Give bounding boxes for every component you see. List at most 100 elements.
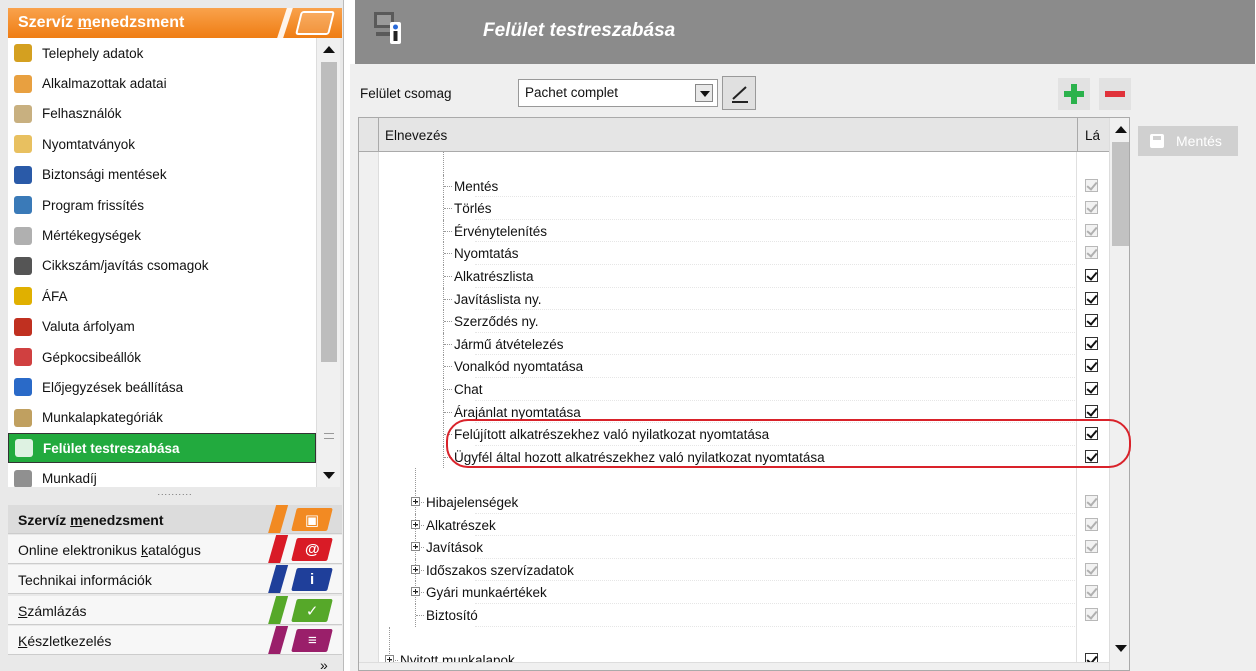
edit-package-button[interactable]	[722, 76, 756, 110]
tree-row[interactable]: Javításlista ny.	[379, 287, 1109, 311]
row-checkbox[interactable]	[1085, 382, 1098, 395]
nav-item[interactable]: Alkalmazottak adatai	[8, 68, 316, 98]
scroll-down-arrow-icon[interactable]	[323, 472, 335, 479]
row-checkbox[interactable]	[1085, 427, 1098, 441]
floppy-icon	[14, 165, 32, 184]
section-label-post: zámlázás	[27, 603, 87, 619]
row-checkbox[interactable]	[1085, 336, 1098, 350]
remove-package-button[interactable]	[1099, 78, 1131, 110]
nav-item-label: Mértékegységek	[42, 228, 142, 244]
section-button[interactable]: Készletkezelés ≡	[8, 626, 342, 655]
column-header-la[interactable]: Lá	[1085, 128, 1100, 143]
tree-row[interactable]: Chat	[379, 378, 1109, 401]
tree-line	[444, 185, 452, 187]
tree-row[interactable]: Vonalkód nyomtatása	[379, 355, 1109, 378]
section-icon: ✓	[291, 599, 333, 622]
tree-row[interactable]: Nyomtatás	[379, 242, 1109, 265]
tree-row[interactable]: Árajánlat nyomtatása	[379, 400, 1109, 424]
row-checkbox[interactable]	[1085, 269, 1098, 282]
package-select[interactable]: Pachet complet	[518, 79, 718, 107]
section-label-pre: Online elektronikus	[18, 542, 141, 558]
tree-row-label: Szerződés ny.	[454, 314, 539, 330]
column-separator	[1076, 265, 1077, 288]
chevron-down-icon[interactable]	[695, 84, 713, 102]
nav-item-label: Felület testreszabása	[43, 440, 180, 456]
section-glyph: i	[309, 571, 315, 588]
grid-scrollbar[interactable]	[1109, 118, 1129, 670]
section-button[interactable]: Szervíz menedzsment ▣	[8, 505, 342, 534]
tree-row[interactable]: Ügyfél által hozott alkatrészekhez való …	[379, 445, 1109, 469]
nav-item[interactable]: Biztonsági mentések	[8, 160, 316, 190]
nav-item[interactable]: Cikkszám/javítás csomagok	[8, 251, 316, 281]
row-checkbox[interactable]	[1085, 359, 1098, 373]
section-button[interactable]: Technikai információk i	[8, 565, 342, 594]
tree-row[interactable]	[379, 626, 1109, 650]
header-stripe	[277, 8, 293, 38]
tree-row-label: Érvénytelenítés	[454, 223, 548, 239]
nav-item[interactable]: Munkadíj	[8, 463, 316, 487]
scroll-thumb[interactable]	[321, 62, 337, 362]
horizontal-scrollbar[interactable]	[359, 662, 1109, 670]
scroll-thumb[interactable]	[1112, 142, 1129, 246]
nav-item[interactable]: Program frissítés	[8, 190, 316, 220]
row-checkbox[interactable]	[1085, 404, 1098, 418]
row-checkbox[interactable]	[1085, 314, 1098, 328]
tree-row[interactable]: Érvénytelenítés	[379, 219, 1109, 243]
nav-item[interactable]: Gépkocsibeállók	[8, 342, 316, 372]
tree-row[interactable]	[379, 468, 1109, 491]
section-button[interactable]: Online elektronikus katalógus @	[8, 535, 342, 564]
tree-row-label: Alkatrészek	[426, 517, 496, 533]
section-label-underlined: k	[140, 542, 148, 558]
section-label-pre: Technikai információk	[18, 572, 152, 588]
scroll-down-arrow-icon[interactable]	[1115, 645, 1127, 652]
tree-row-label: Felújított alkatrészekhez való nyilatkoz…	[454, 427, 770, 443]
nav-item[interactable]: Felület testreszabása	[8, 433, 316, 464]
tree-row[interactable]: Alkatrészek	[379, 513, 1109, 537]
section-icon: ▣	[291, 508, 333, 531]
column-separator	[1076, 219, 1077, 243]
add-package-button[interactable]	[1058, 78, 1090, 110]
section-button[interactable]: Számlázás ✓	[8, 596, 342, 625]
tree-row[interactable]: Időszakos szervízadatok	[379, 558, 1109, 582]
nav-item-label: Alkalmazottak adatai	[42, 76, 167, 92]
tree-row[interactable]: Hibajelenségek	[379, 491, 1109, 514]
nav-item[interactable]: Munkalapkategóriák	[8, 403, 316, 433]
more-chevron-icon[interactable]: »	[320, 657, 328, 671]
nav-scrollbar[interactable]	[316, 38, 340, 487]
tree-row[interactable]: Felújított alkatrészekhez való nyilatkoz…	[379, 423, 1109, 446]
row-checkbox	[1085, 246, 1098, 260]
nav-item[interactable]: Valuta árfolyam	[8, 312, 316, 342]
page-title: Felület testreszabása	[483, 20, 676, 41]
section-label-post: atalógus	[147, 542, 201, 558]
tree-row[interactable]: Mentés	[379, 174, 1109, 198]
row-checkbox[interactable]	[1085, 291, 1098, 305]
tree-row[interactable]: Jármű átvételezés	[379, 332, 1109, 356]
tree-row[interactable]: Törlés	[379, 197, 1109, 220]
tree-row[interactable]: Szerződés ny.	[379, 310, 1109, 333]
nav-item[interactable]: Mértékegységek	[8, 220, 316, 250]
categories-icon	[14, 408, 32, 427]
row-checkbox	[1085, 495, 1098, 508]
scroll-up-arrow-icon[interactable]	[323, 46, 335, 53]
tree-row[interactable]: Gyári munkaértékek	[379, 581, 1109, 604]
panel-splitter[interactable]: ..........	[8, 488, 342, 497]
tree-row[interactable]: Javítások	[379, 536, 1109, 559]
column-separator	[1076, 310, 1077, 333]
row-checkbox	[1085, 201, 1098, 215]
tree-row[interactable]	[379, 152, 1109, 175]
nav-item-label: Felhasználók	[42, 106, 122, 122]
column-header-name[interactable]: Elnevezés	[385, 128, 447, 143]
column-separator	[1076, 445, 1077, 469]
nav-item[interactable]: ÁFA	[8, 281, 316, 311]
floppy-icon	[1150, 134, 1164, 148]
nav-item[interactable]: Felhasználók	[8, 99, 316, 129]
tree-row[interactable]: Biztosító	[379, 604, 1109, 627]
row-checkbox[interactable]	[1085, 449, 1098, 463]
tree-row[interactable]: Alkatrészlista	[379, 265, 1109, 288]
save-button[interactable]: Mentés	[1138, 126, 1238, 156]
nav-item[interactable]: Telephely adatok	[8, 38, 316, 68]
barcode-icon	[14, 256, 32, 275]
nav-item[interactable]: Nyomtatványok	[8, 129, 316, 159]
nav-item[interactable]: Előjegyzések beállítása	[8, 372, 316, 402]
scroll-up-arrow-icon[interactable]	[1115, 126, 1127, 133]
